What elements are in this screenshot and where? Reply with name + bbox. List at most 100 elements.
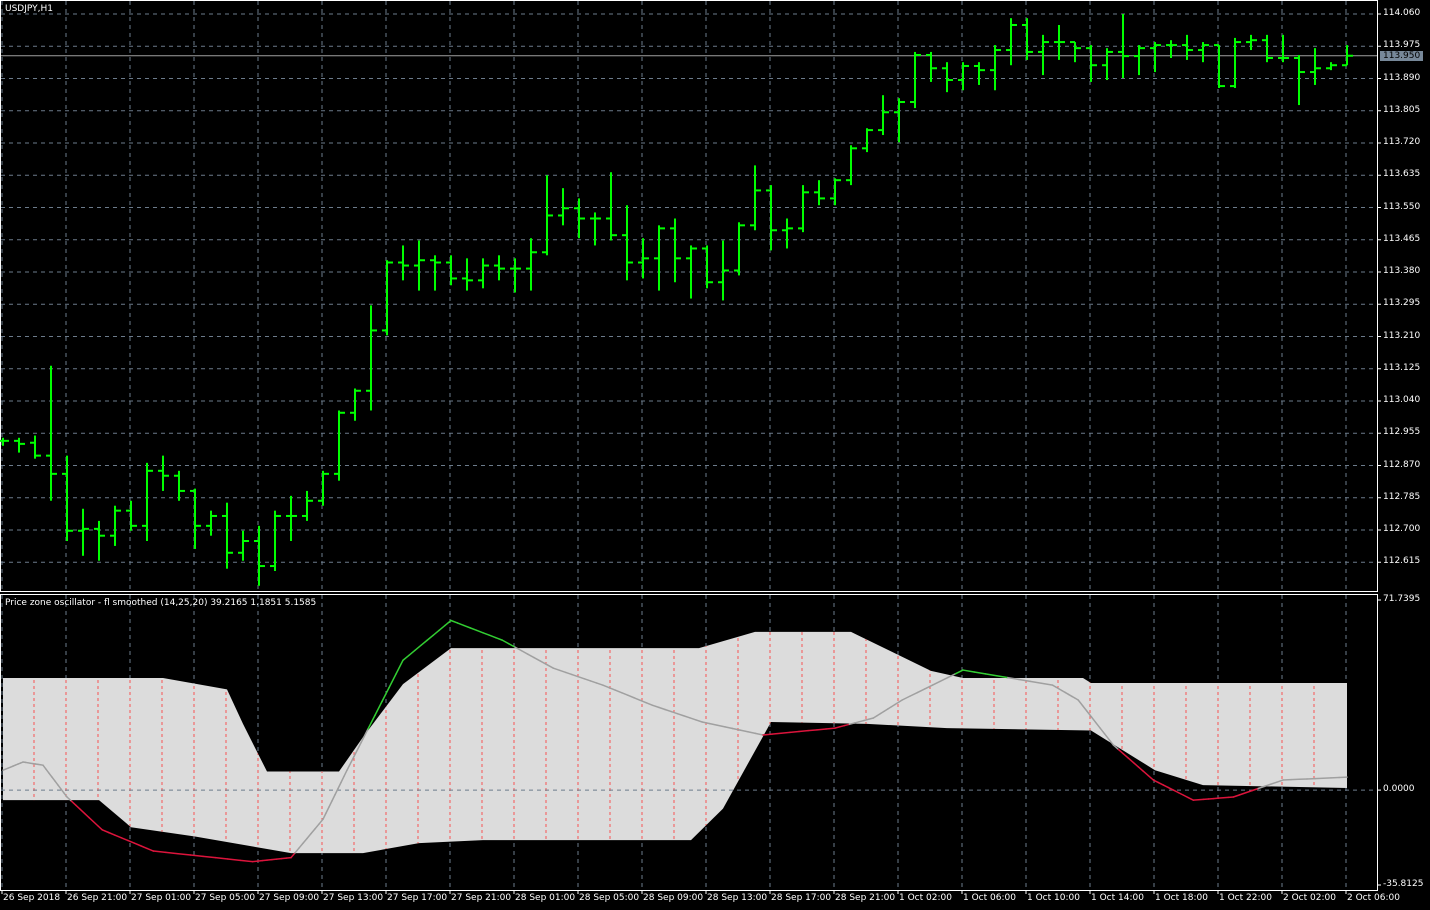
price-bar bbox=[126, 500, 137, 531]
oscillator-line-segment bbox=[798, 729, 809, 733]
oscillator-line-segment bbox=[239, 859, 254, 863]
chart-canvas[interactable] bbox=[0, 0, 1430, 910]
time-tick-label: 27 Sep 01:00 bbox=[131, 893, 192, 903]
oscillator-line-segment bbox=[127, 839, 135, 844]
price-tick-label: 112.870 bbox=[1383, 459, 1421, 470]
price-bar bbox=[446, 255, 457, 286]
time-tick-label: 28 Sep 05:00 bbox=[579, 893, 640, 903]
price-bar bbox=[350, 388, 361, 421]
oscillator-line-segment bbox=[402, 654, 410, 662]
price-bar bbox=[558, 188, 569, 226]
time-tick-label: 28 Sep 09:00 bbox=[643, 893, 704, 903]
price-tick-label: 113.125 bbox=[1383, 362, 1421, 373]
price-bar bbox=[1278, 34, 1289, 63]
price-zone-band bbox=[3, 631, 1347, 854]
price-bar bbox=[734, 222, 745, 276]
price-tick-label: 113.380 bbox=[1383, 266, 1421, 276]
time-tick-label: 27 Sep 05:00 bbox=[195, 893, 256, 903]
oscillator-line-segment bbox=[1147, 774, 1155, 781]
oscillator-line-segment bbox=[954, 669, 964, 675]
price-bar bbox=[750, 165, 761, 231]
price-tick-label: 113.720 bbox=[1383, 137, 1421, 147]
price-bar bbox=[318, 470, 329, 506]
price-tick-label: 113.295 bbox=[1383, 298, 1421, 309]
price-bar bbox=[174, 470, 185, 501]
oscillator-line-segment bbox=[83, 812, 90, 819]
price-tick-label: 113.805 bbox=[1383, 104, 1421, 115]
time-tick-label: 27 Sep 17:00 bbox=[387, 893, 448, 903]
oscillator-line-segment bbox=[189, 854, 204, 858]
oscillator-line-segment bbox=[807, 729, 818, 732]
oscillator-line-segment bbox=[984, 673, 998, 677]
oscillator-line-segment bbox=[70, 800, 77, 806]
price-bar bbox=[302, 490, 313, 521]
oscillator-line-segment bbox=[120, 837, 129, 842]
price-bar bbox=[1310, 48, 1321, 85]
price-tick-label: 112.955 bbox=[1383, 427, 1421, 438]
time-tick-label: 1 Oct 02:00 bbox=[899, 893, 952, 903]
oscillator-line-segment bbox=[488, 634, 497, 639]
price-bar bbox=[798, 185, 809, 233]
time-tick-label: 1 Oct 10:00 bbox=[1027, 893, 1080, 903]
price-bar bbox=[270, 510, 281, 571]
oscillator-line-segment bbox=[825, 727, 836, 730]
price-tick-label: 113.040 bbox=[1383, 395, 1421, 405]
oscillator-line-segment bbox=[165, 851, 179, 855]
price-bar bbox=[46, 365, 57, 501]
price-bar bbox=[0, 437, 9, 446]
oscillator-line-segment bbox=[388, 673, 397, 689]
price-bar bbox=[862, 128, 873, 153]
oscillator-line-segment bbox=[771, 732, 782, 735]
time-tick-label: 27 Sep 09:00 bbox=[259, 893, 320, 903]
price-bar bbox=[1118, 14, 1129, 79]
oscillator-line-segment bbox=[408, 649, 416, 657]
oscillator-line-segment bbox=[1122, 753, 1130, 759]
oscillator-line-segment bbox=[1127, 757, 1135, 764]
price-bar bbox=[334, 410, 345, 481]
oscillator-line-segment bbox=[962, 669, 975, 673]
price-bar bbox=[1230, 37, 1241, 88]
oscillator-line-segment bbox=[1182, 794, 1190, 799]
price-bar bbox=[1342, 45, 1353, 67]
price-bar bbox=[1214, 44, 1225, 88]
oscillator-line-segment bbox=[1132, 761, 1140, 768]
price-bar bbox=[222, 502, 233, 569]
oscillator-line-segment bbox=[114, 834, 123, 839]
oscillator-line-segment bbox=[101, 829, 110, 834]
price-tick-label: 113.890 bbox=[1383, 72, 1421, 83]
price-bar bbox=[910, 51, 921, 109]
oscillator-line-segment bbox=[780, 731, 791, 735]
price-bar bbox=[414, 240, 425, 291]
oscillator-line-segment bbox=[290, 852, 296, 859]
time-tick-label: 2 Oct 02:00 bbox=[1283, 893, 1336, 903]
price-bar bbox=[1006, 18, 1017, 66]
oscillator-line-segment bbox=[1157, 781, 1165, 786]
price-bar bbox=[1262, 34, 1273, 63]
oscillator-line-segment bbox=[214, 856, 229, 860]
price-tick-label: 112.700 bbox=[1383, 524, 1421, 534]
price-bar bbox=[1326, 62, 1337, 71]
price-bar bbox=[1038, 34, 1049, 76]
oscillator-line-segment bbox=[475, 629, 484, 634]
price-bar bbox=[542, 175, 553, 256]
price-bar bbox=[718, 240, 729, 301]
price-bar bbox=[958, 62, 969, 91]
price-bar bbox=[942, 62, 953, 93]
price-bar bbox=[206, 510, 217, 536]
price-bar bbox=[254, 525, 265, 586]
oscillator-line-segment bbox=[789, 730, 800, 734]
oscillator-line-segment bbox=[450, 619, 459, 624]
oscillator-line-segment bbox=[1232, 794, 1241, 798]
time-tick-label: 27 Sep 21:00 bbox=[451, 893, 512, 903]
chart-title: USDJPY,H1 bbox=[5, 4, 53, 14]
oscillator-line-segment bbox=[1137, 766, 1145, 773]
oscillator-line-segment bbox=[107, 831, 116, 836]
current-price-badge: 113.950 bbox=[1380, 51, 1424, 61]
price-bar bbox=[190, 488, 201, 549]
price-bar bbox=[110, 505, 121, 546]
main-chart-frame bbox=[0, 0, 1378, 592]
price-bar bbox=[846, 145, 857, 186]
oscillator-line-segment bbox=[482, 632, 491, 636]
price-bar bbox=[654, 225, 665, 291]
oscillator-line-segment bbox=[1162, 784, 1170, 789]
